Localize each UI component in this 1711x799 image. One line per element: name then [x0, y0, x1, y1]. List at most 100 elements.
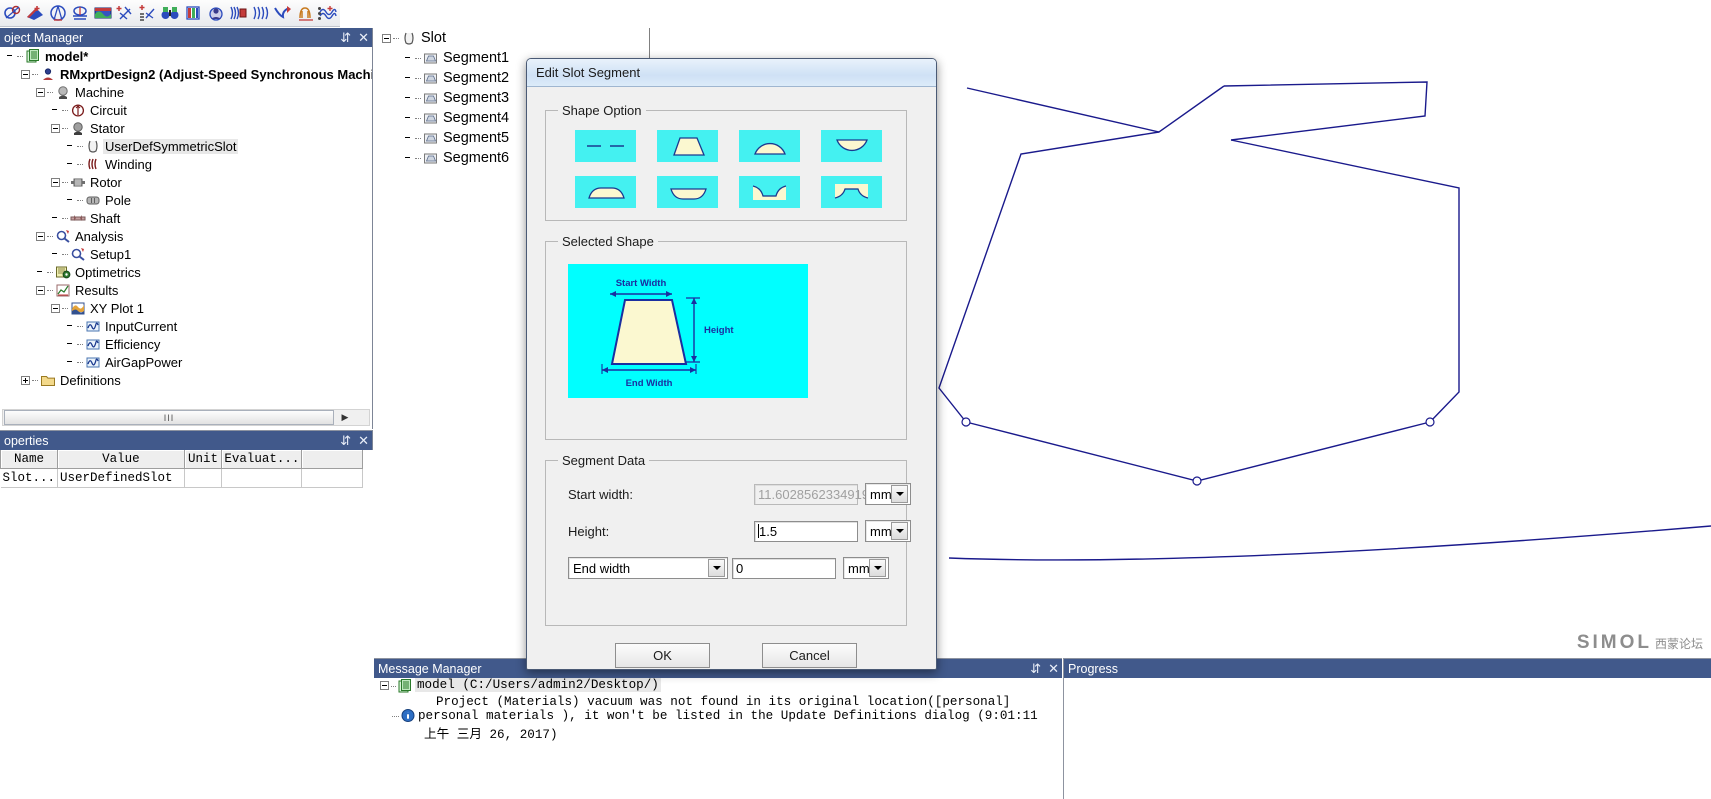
mesh-operations-icon[interactable] — [2, 1, 24, 25]
ok-button[interactable]: OK — [615, 643, 710, 668]
close-icon[interactable]: ✕ — [358, 434, 369, 447]
close-icon[interactable]: ✕ — [1048, 662, 1059, 675]
project-tree-hscrollbar[interactable]: III ▶ — [2, 409, 370, 426]
tree-item-circuit[interactable]: Circuit — [0, 101, 372, 119]
watermark: SIMOL 西蒙论坛 — [1577, 632, 1703, 654]
segment-icon — [422, 130, 439, 146]
column-header[interactable]: Name — [0, 450, 59, 469]
tree-item-winding[interactable]: Winding — [0, 155, 372, 173]
tree-item-model[interactable]: model* — [0, 47, 372, 65]
column-header[interactable]: Evaluat... — [221, 450, 303, 469]
cancel-button[interactable]: Cancel — [762, 643, 857, 668]
chevron-down-icon[interactable] — [708, 559, 725, 577]
project-manager-panel: oject Manager ⇵ ✕ model* RMxprtDesign2 (A… — [0, 28, 373, 429]
third-field-selector-combo[interactable]: End width — [568, 557, 728, 579]
tree-item-machine[interactable]: Machine — [0, 83, 372, 101]
tree-item-airgappower[interactable]: AirGapPower — [0, 353, 372, 371]
collapse-minus-icon[interactable] — [51, 123, 60, 133]
column-header[interactable]: Unit — [183, 450, 223, 469]
tree-connector — [77, 145, 83, 147]
shape-arc-concave-flat-button[interactable] — [656, 176, 718, 208]
table-row[interactable]: Slot... UserDefinedSlot — [0, 468, 363, 488]
field-overlay-icon[interactable] — [227, 1, 249, 25]
tree-item-definitions[interactable]: Definitions — [0, 371, 372, 389]
toolbar-overflow-button[interactable] — [312, 2, 326, 24]
collapse-minus-icon[interactable] — [51, 303, 60, 313]
mesh-plus-icon[interactable] — [115, 1, 137, 25]
height-unit-combo[interactable]: mm — [865, 520, 911, 542]
tree-item-userdefsymmetricslot[interactable]: UserDefSymmetricSlot — [0, 137, 372, 155]
collapse-minus-icon[interactable] — [36, 285, 45, 295]
shape-arc-convex-flat-button[interactable] — [574, 176, 636, 208]
tree-connector — [62, 181, 68, 183]
shape-cell — [728, 123, 810, 169]
mesh-list-plus-icon[interactable] — [137, 1, 159, 25]
table-cell: Slot... — [0, 468, 59, 488]
hscroll-right-arrow[interactable]: ▶ — [337, 410, 353, 425]
shape-cell — [728, 169, 810, 215]
tree-item-label: AirGapPower — [105, 354, 183, 370]
pin-icon[interactable]: ⇵ — [340, 434, 351, 447]
properties-titlebar: operties ⇵ ✕ — [0, 431, 372, 450]
chevron-down-icon[interactable] — [891, 485, 908, 503]
tree-item-pole[interactable]: Pole — [0, 191, 372, 209]
shape-arc-top-dome-button[interactable] — [738, 130, 800, 162]
tree-item-analysis[interactable]: Analysis — [0, 227, 372, 245]
shape-line-segment-button[interactable] — [574, 130, 636, 162]
tree-item-setup1[interactable]: Setup1 — [0, 245, 372, 263]
collapse-minus-icon[interactable] — [21, 69, 30, 79]
shape-trapezoid-button[interactable] — [656, 130, 718, 162]
tree-item-xy-plot-1[interactable]: XY Plot 1 — [0, 299, 372, 317]
hscroll-thumb[interactable]: III — [4, 410, 334, 425]
dialog-titlebar[interactable]: Edit Slot Segment — [527, 59, 936, 87]
tree-item-shaft[interactable]: Shaft — [0, 209, 372, 227]
tree-connector — [62, 127, 68, 129]
tree-item-optimetrics[interactable]: Optimetrics — [0, 263, 372, 281]
column-header[interactable] — [301, 450, 363, 469]
chevron-down-icon[interactable] — [891, 522, 908, 540]
tree-item-slot[interactable]: Slot — [374, 28, 649, 48]
close-icon[interactable]: ✕ — [358, 31, 369, 44]
tree-connector — [47, 289, 53, 291]
rmxprt-machine-icon[interactable] — [205, 1, 227, 25]
shape-arc-flared-in-button[interactable] — [738, 176, 800, 208]
shape-arc-bottom-dome-button[interactable] — [820, 130, 882, 162]
tree-item-rmxprtdesign2-adjust-speed-synchronous-machine[interactable]: RMxprtDesign2 (Adjust-Speed Synchronous … — [0, 65, 372, 83]
column-header[interactable]: Value — [57, 450, 185, 469]
tree-item-inputcurrent[interactable]: InputCurrent — [0, 317, 372, 335]
pin-icon[interactable]: ⇵ — [1030, 662, 1041, 675]
tree-item-stator[interactable]: Stator — [0, 119, 372, 137]
chevron-down-icon[interactable] — [869, 559, 886, 577]
tree-item-rotor[interactable]: Rotor — [0, 173, 372, 191]
tree-expander-placeholder — [66, 142, 75, 151]
expand-plus-icon[interactable] — [21, 375, 30, 385]
add-material-icon[interactable] — [25, 1, 47, 25]
third-field-input[interactable]: 0 — [732, 557, 836, 579]
field-lines-icon[interactable] — [250, 1, 272, 25]
height-input[interactable]: 1.5 — [754, 520, 858, 542]
collapse-minus-icon[interactable] — [382, 33, 391, 43]
collapse-minus-icon[interactable] — [51, 177, 60, 187]
watermark-text: SIMOL — [1576, 632, 1652, 653]
excitation-icon[interactable] — [70, 1, 92, 25]
binoculars-icon[interactable] — [160, 1, 182, 25]
third-field-unit-combo[interactable]: mm — [843, 557, 889, 579]
material-bar-icon[interactable] — [182, 1, 204, 25]
start-width-unit-combo[interactable]: mm — [865, 483, 911, 505]
validate-check-icon[interactable] — [272, 1, 294, 25]
plot-fields-icon[interactable] — [92, 1, 114, 25]
tree-item-results[interactable]: Results — [0, 281, 372, 299]
shape-arc-flared-out-button[interactable] — [820, 176, 882, 208]
boundary-icon[interactable] — [47, 1, 69, 25]
pin-icon[interactable]: ⇵ — [340, 31, 351, 44]
collapse-minus-icon[interactable] — [380, 681, 389, 690]
message-root-row[interactable]: model (C:/Users/admin2/Desktop/) — [374, 678, 1062, 695]
tree-item-efficiency[interactable]: Efficiency — [0, 335, 372, 353]
collapse-minus-icon[interactable] — [36, 231, 45, 241]
collapse-minus-icon[interactable] — [36, 87, 45, 97]
